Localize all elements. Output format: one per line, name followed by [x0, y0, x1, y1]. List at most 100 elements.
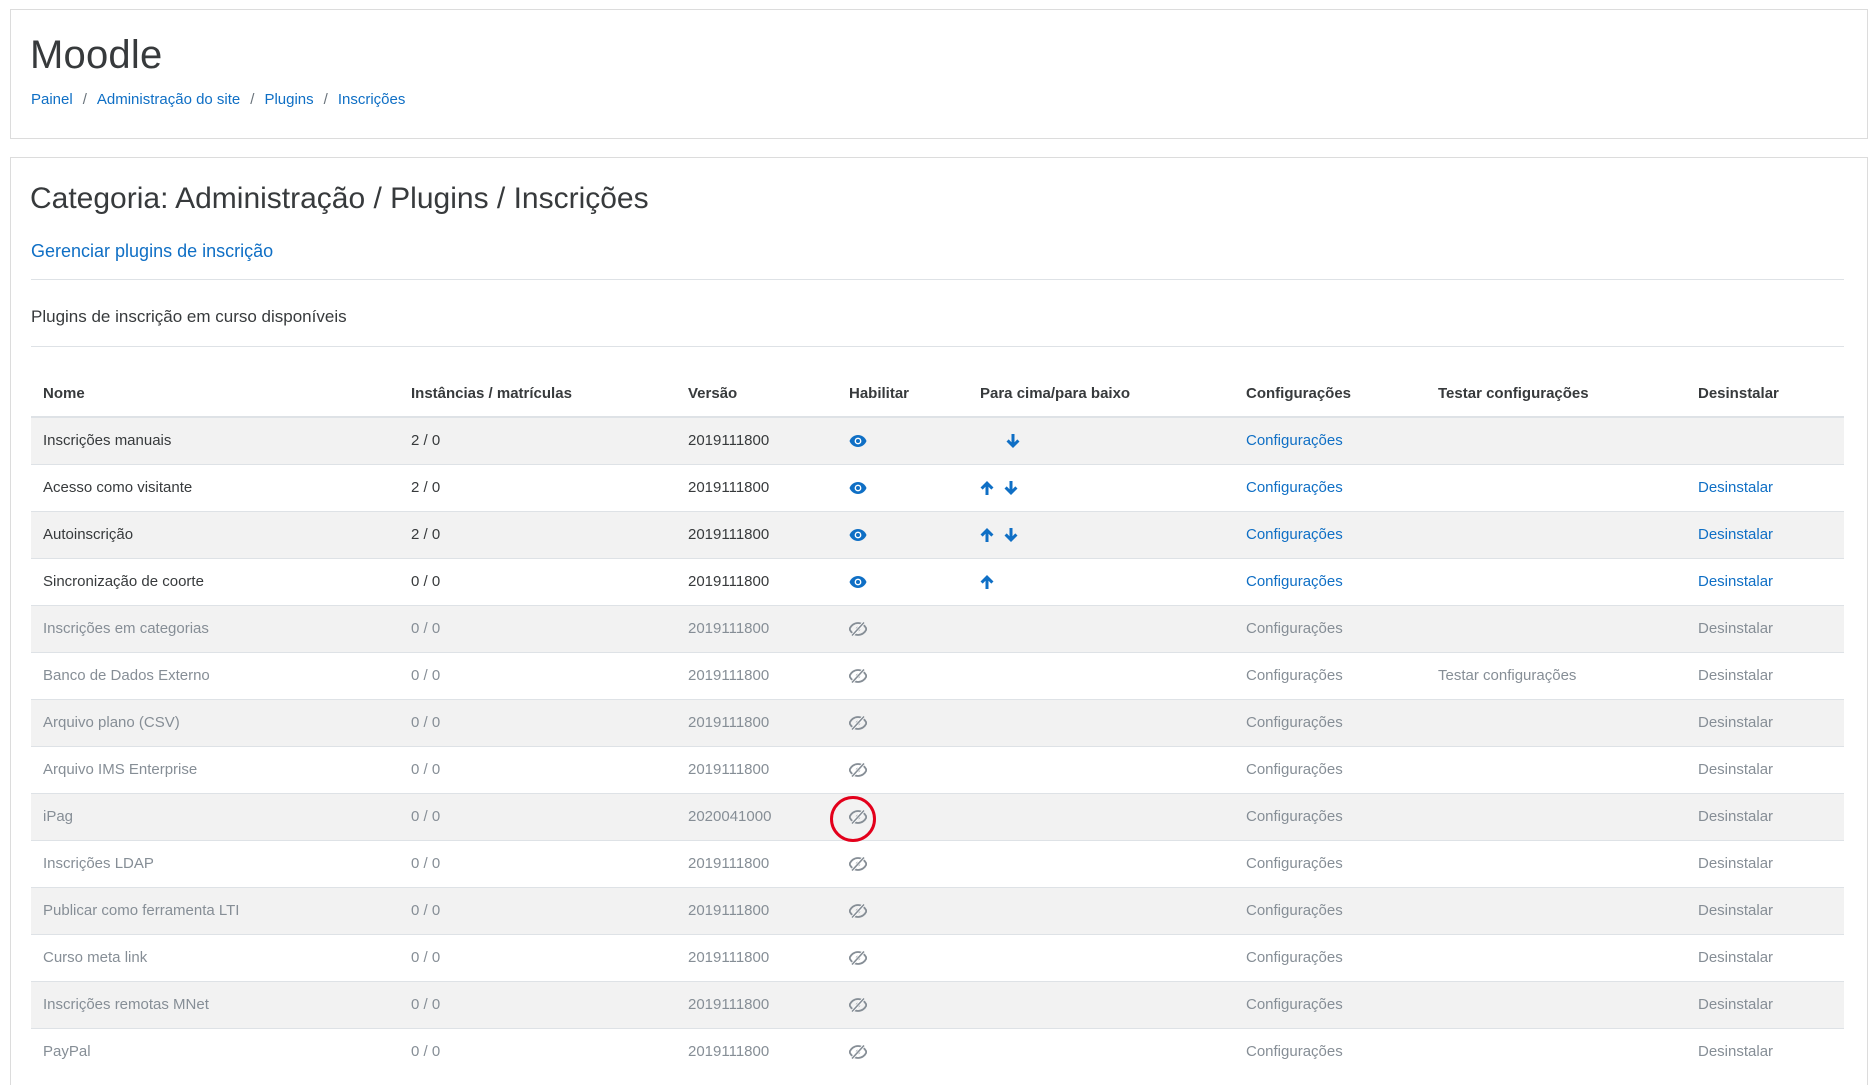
test-settings-link[interactable]: Testar configurações — [1438, 667, 1576, 684]
plugin-version: 2019111800 — [676, 980, 837, 1028]
plugin-instances: 2 / 0 — [399, 416, 676, 464]
settings-link[interactable]: Configurações — [1246, 526, 1343, 543]
enable-cell — [837, 1027, 968, 1075]
eye-slash-icon[interactable] — [849, 810, 867, 825]
uninstall-link[interactable]: Desinstalar — [1698, 667, 1773, 684]
updown-cell — [968, 792, 1234, 840]
eye-slash-icon[interactable] — [849, 716, 867, 731]
enable-cell — [837, 886, 968, 934]
settings-cell: Configurações — [1234, 792, 1426, 840]
uninstall-link[interactable]: Desinstalar — [1698, 714, 1773, 731]
uninstall-link[interactable]: Desinstalar — [1698, 855, 1773, 872]
arrow-up-icon[interactable] — [980, 481, 994, 496]
eye-icon[interactable] — [849, 529, 867, 542]
eye-slash-icon[interactable] — [849, 904, 867, 919]
plugin-version: 2019111800 — [676, 510, 837, 558]
eye-slash-icon[interactable] — [849, 1045, 867, 1060]
settings-link[interactable]: Configurações — [1246, 479, 1343, 496]
settings-link[interactable]: Configurações — [1246, 808, 1343, 825]
column-header-settings: Configurações — [1234, 370, 1426, 418]
plugin-version: 2019111800 — [676, 557, 837, 605]
settings-link[interactable]: Configurações — [1246, 714, 1343, 731]
settings-cell: Configurações — [1234, 651, 1426, 699]
settings-cell: Configurações — [1234, 698, 1426, 746]
column-header-updown: Para cima/para baixo — [968, 370, 1234, 418]
enable-cell — [837, 933, 968, 981]
uninstall-link[interactable]: Desinstalar — [1698, 526, 1773, 543]
table-row: PayPal 0 / 0 2019111800 Configurações Desins… — [31, 1027, 1844, 1075]
plugin-name: PayPal — [31, 1027, 399, 1075]
settings-cell: Configurações — [1234, 839, 1426, 887]
column-header-name: Nome — [31, 370, 399, 418]
enable-cell — [837, 839, 968, 887]
plugin-instances: 0 / 0 — [399, 651, 676, 699]
settings-cell: Configurações — [1234, 557, 1426, 605]
plugin-version: 2019111800 — [676, 651, 837, 699]
plugin-version: 2019111800 — [676, 933, 837, 981]
settings-link[interactable]: Configurações — [1246, 949, 1343, 966]
settings-link[interactable]: Configurações — [1246, 761, 1343, 778]
settings-link[interactable]: Configurações — [1246, 573, 1343, 590]
eye-icon[interactable] — [849, 576, 867, 589]
updown-cell — [968, 933, 1234, 981]
eye-slash-icon[interactable] — [849, 857, 867, 872]
uninstall-link[interactable]: Desinstalar — [1698, 1043, 1773, 1060]
manage-enrol-plugins-link[interactable]: Gerenciar plugins de inscrição — [31, 241, 273, 262]
breadcrumb-plugins[interactable]: Plugins — [264, 91, 313, 108]
table-row: Inscrições em categorias 0 / 0 2019111800 C… — [31, 604, 1844, 652]
enable-cell — [837, 463, 968, 511]
eye-icon[interactable] — [849, 435, 867, 448]
eye-slash-icon[interactable] — [849, 622, 867, 637]
eye-slash-icon[interactable] — [849, 998, 867, 1013]
settings-link[interactable]: Configurações — [1246, 432, 1343, 449]
eye-slash-icon[interactable] — [849, 951, 867, 966]
uninstall-cell: Desinstalar — [1686, 980, 1844, 1028]
arrow-down-icon[interactable] — [1004, 481, 1018, 496]
plugin-version: 2020041000 — [676, 792, 837, 840]
settings-link[interactable]: Configurações — [1246, 1043, 1343, 1060]
settings-link[interactable]: Configurações — [1246, 996, 1343, 1013]
plugin-version: 2019111800 — [676, 1027, 837, 1075]
enable-cell — [837, 510, 968, 558]
main-content: Categoria: Administração / Plugins / Ins… — [10, 157, 1868, 1085]
page-title: Categoria: Administração / Plugins / Ins… — [30, 182, 649, 215]
arrow-down-icon[interactable] — [1004, 528, 1018, 543]
eye-icon[interactable] — [849, 482, 867, 495]
uninstall-link[interactable]: Desinstalar — [1698, 902, 1773, 919]
test-settings-cell: Testar configurações — [1426, 651, 1686, 699]
test-settings-cell — [1426, 510, 1686, 558]
plugin-name: Inscrições LDAP — [31, 839, 399, 887]
settings-link[interactable]: Configurações — [1246, 667, 1343, 684]
arrow-up-icon[interactable] — [980, 528, 994, 543]
arrow-down-icon[interactable] — [1006, 434, 1020, 449]
arrow-up-icon[interactable] — [980, 575, 994, 590]
settings-cell: Configurações — [1234, 745, 1426, 793]
eye-slash-icon[interactable] — [849, 669, 867, 684]
plugin-name: Acesso como visitante — [31, 463, 399, 511]
settings-cell: Configurações — [1234, 1027, 1426, 1075]
plugin-instances: 0 / 0 — [399, 839, 676, 887]
updown-cell — [968, 980, 1234, 1028]
plugin-name: Arquivo IMS Enterprise — [31, 745, 399, 793]
divider — [31, 279, 1844, 280]
uninstall-cell: Desinstalar — [1686, 651, 1844, 699]
eye-slash-icon[interactable] — [849, 763, 867, 778]
settings-link[interactable]: Configurações — [1246, 620, 1343, 637]
plugin-instances: 0 / 0 — [399, 745, 676, 793]
breadcrumb-inscricoes[interactable]: Inscrições — [338, 91, 406, 108]
uninstall-link[interactable]: Desinstalar — [1698, 808, 1773, 825]
uninstall-link[interactable]: Desinstalar — [1698, 949, 1773, 966]
uninstall-link[interactable]: Desinstalar — [1698, 761, 1773, 778]
uninstall-link[interactable]: Desinstalar — [1698, 479, 1773, 496]
plugin-instances: 0 / 0 — [399, 557, 676, 605]
uninstall-link[interactable]: Desinstalar — [1698, 573, 1773, 590]
plugin-name: Banco de Dados Externo — [31, 651, 399, 699]
uninstall-link[interactable]: Desinstalar — [1698, 620, 1773, 637]
breadcrumb-painel[interactable]: Painel — [31, 91, 73, 108]
breadcrumb-site-admin[interactable]: Administração do site — [97, 91, 240, 108]
settings-link[interactable]: Configurações — [1246, 855, 1343, 872]
plugin-instances: 0 / 0 — [399, 792, 676, 840]
plugin-version: 2019111800 — [676, 416, 837, 464]
uninstall-link[interactable]: Desinstalar — [1698, 996, 1773, 1013]
settings-link[interactable]: Configurações — [1246, 902, 1343, 919]
